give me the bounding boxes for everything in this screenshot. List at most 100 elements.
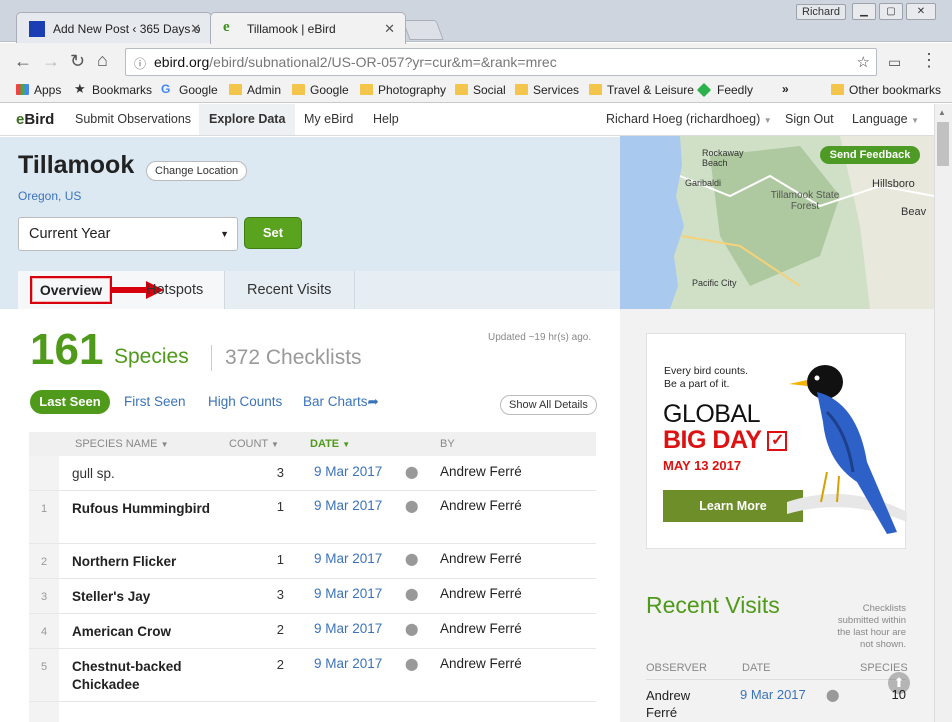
- map-label: Beav: [901, 206, 927, 218]
- map-pin-icon[interactable]: ⬤: [405, 465, 418, 479]
- maximize-icon[interactable]: ▢: [879, 3, 903, 20]
- table-row[interactable]: gull sp. 3 9 Mar 2017 ⬤ Andrew Ferré: [29, 456, 596, 491]
- home-icon[interactable]: ⌂: [97, 50, 108, 70]
- bookmark-other[interactable]: Other bookmarks: [831, 83, 941, 97]
- year-select[interactable]: Current Year ▼: [18, 217, 238, 251]
- ad-global: GLOBAL: [663, 400, 761, 428]
- reload-icon[interactable]: ↻: [70, 51, 85, 71]
- table-row[interactable]: 2 Northern Flicker 1 9 Mar 2017 ⬤ Andrew…: [29, 544, 596, 579]
- tab-hotspots[interactable]: Hotspots: [146, 271, 203, 309]
- tab-tillamook-ebird[interactable]: e Tillamook | eBird ✕: [210, 12, 406, 44]
- nav-explore-data[interactable]: Explore Data: [199, 104, 296, 135]
- global-big-day-ad[interactable]: Every bird counts. Be a part of it. GLOBA…: [646, 333, 907, 549]
- checklist-date-link[interactable]: 9 Mar 2017: [314, 656, 382, 671]
- bookmarks-overflow[interactable]: »: [782, 82, 789, 96]
- tab-overview[interactable]: Overview: [30, 276, 112, 304]
- table-row[interactable]: [29, 702, 596, 722]
- back-icon[interactable]: ←: [14, 51, 32, 71]
- bookmark-social[interactable]: Social: [455, 83, 506, 97]
- table-row[interactable]: 5 Chestnut-backed Chickadee 2 9 Mar 2017…: [29, 649, 596, 702]
- col-species-name[interactable]: SPECIES NAME ▼: [75, 438, 169, 450]
- map-pin-icon[interactable]: ⬤: [405, 552, 418, 566]
- set-button[interactable]: Set: [244, 217, 302, 249]
- subtab-high-counts[interactable]: High Counts: [208, 394, 282, 409]
- bookmark-travel[interactable]: Travel & Leisure: [589, 83, 694, 97]
- species-count-cell: 2: [276, 657, 284, 672]
- table-row[interactable]: 1 Rufous Hummingbird 1 9 Mar 2017 ⬤ Andr…: [29, 491, 596, 544]
- subtab-last-seen[interactable]: Last Seen: [30, 390, 110, 414]
- user-menu[interactable]: Richard Hoeg (richardhoeg) ▼: [606, 104, 772, 135]
- learn-more-button[interactable]: Learn More: [663, 490, 803, 522]
- sort-icon: ▼: [160, 440, 169, 449]
- region-link[interactable]: Oregon, US: [18, 189, 81, 203]
- sign-out-link[interactable]: Sign Out: [785, 104, 834, 135]
- close-tab-icon[interactable]: ✕: [190, 21, 201, 37]
- map-pin-icon[interactable]: ⬤: [405, 622, 418, 636]
- species-name[interactable]: Rufous Hummingbird: [72, 500, 212, 518]
- map-pin-icon[interactable]: ⬤: [405, 657, 418, 671]
- tab-add-new-post[interactable]: Add New Post ‹ 365 Days o ✕: [16, 12, 212, 44]
- observer-name: Andrew Ferré: [440, 586, 522, 601]
- show-all-details-button[interactable]: Show All Details: [500, 395, 597, 415]
- map-pin-icon[interactable]: ⬤: [826, 688, 839, 702]
- send-feedback-button[interactable]: Send Feedback: [820, 146, 920, 164]
- browser-window: Add New Post ‹ 365 Days o ✕ e Tillamook …: [0, 0, 952, 722]
- checklist-date-link[interactable]: 9 Mar 2017: [314, 586, 382, 601]
- species-name[interactable]: Northern Flicker: [72, 553, 212, 571]
- bookmark-services[interactable]: Services: [515, 83, 579, 97]
- nav-submit-observations[interactable]: Submit Observations: [75, 104, 191, 135]
- checklist-date-link[interactable]: 9 Mar 2017: [314, 621, 382, 636]
- ebird-logo[interactable]: eBird: [16, 111, 54, 128]
- star-icon[interactable]: ☆: [857, 53, 870, 71]
- recent-visits-title: Recent Visits: [646, 592, 780, 618]
- close-tab-icon[interactable]: ✕: [384, 21, 395, 37]
- menu-icon[interactable]: ⋮: [920, 50, 938, 70]
- folder-icon: [455, 84, 468, 95]
- forward-icon[interactable]: →: [42, 51, 60, 71]
- new-tab-button[interactable]: [402, 20, 444, 40]
- observer-name: Andrew Ferré: [440, 551, 522, 566]
- address-bar[interactable]: ⓘ ebird.org/ebird/subnational2/US-OR-057…: [125, 48, 877, 76]
- species-name[interactable]: Chestnut-backed Chickadee: [72, 658, 212, 694]
- cast-icon[interactable]: ▭: [888, 52, 901, 72]
- minimize-icon[interactable]: ▁: [852, 3, 876, 20]
- scroll-up-icon[interactable]: ▲: [938, 108, 946, 117]
- checklist-date-link[interactable]: 9 Mar 2017: [314, 464, 382, 479]
- col-date[interactable]: DATE ▼: [310, 438, 350, 450]
- location-header: Tillamook Change Location Oregon, US Cur…: [0, 137, 620, 309]
- nav-help[interactable]: Help: [373, 104, 399, 135]
- scroll-to-top-icon[interactable]: ⬆: [888, 672, 910, 694]
- table-row[interactable]: 4 American Crow 2 9 Mar 2017 ⬤ Andrew Fe…: [29, 614, 596, 649]
- map-pin-icon[interactable]: ⬤: [405, 587, 418, 601]
- profile-button[interactable]: Richard: [796, 4, 846, 20]
- nav-my-ebird[interactable]: My eBird: [304, 104, 353, 135]
- bookmark-photography[interactable]: Photography: [360, 83, 446, 97]
- checklist-date-link[interactable]: 9 Mar 2017: [314, 498, 382, 513]
- table-row[interactable]: 3 Steller's Jay 3 9 Mar 2017 ⬤ Andrew Fe…: [29, 579, 596, 614]
- recent-visits-note: Checklists submitted within the last hou…: [837, 603, 906, 650]
- tab-recent-visits[interactable]: Recent Visits: [247, 271, 331, 309]
- subtab-bar-charts[interactable]: Bar Charts➦: [303, 394, 379, 410]
- bookmark-feedly[interactable]: Feedly: [696, 82, 753, 98]
- recent-visit-date-link[interactable]: 9 Mar 2017: [740, 687, 806, 702]
- scrollbar-thumb[interactable]: [937, 122, 949, 166]
- checklist-date-link[interactable]: 9 Mar 2017: [314, 551, 382, 566]
- page-scrollbar[interactable]: [934, 104, 952, 722]
- caret-down-icon: ▼: [763, 116, 772, 125]
- row-number: 2: [29, 544, 59, 578]
- bookmark-apps[interactable]: Apps: [16, 83, 61, 97]
- bookmark-bookmarks[interactable]: ★ Bookmarks: [74, 81, 152, 97]
- tab-divider: [224, 271, 225, 309]
- species-name[interactable]: Steller's Jay: [72, 588, 212, 606]
- close-window-icon[interactable]: ✕: [906, 3, 936, 20]
- subtab-first-seen[interactable]: First Seen: [124, 394, 186, 409]
- bookmark-google-folder[interactable]: Google: [292, 83, 349, 97]
- species-name[interactable]: American Crow: [72, 623, 212, 641]
- bookmark-google[interactable]: G Google: [161, 82, 218, 97]
- bookmark-admin[interactable]: Admin: [229, 83, 281, 97]
- language-menu[interactable]: Language ▼: [852, 104, 919, 135]
- change-location-button[interactable]: Change Location: [146, 161, 248, 181]
- checklists-link[interactable]: 372 Checklists: [225, 346, 362, 370]
- map-pin-icon[interactable]: ⬤: [405, 499, 418, 513]
- col-count[interactable]: COUNT ▼: [229, 438, 279, 450]
